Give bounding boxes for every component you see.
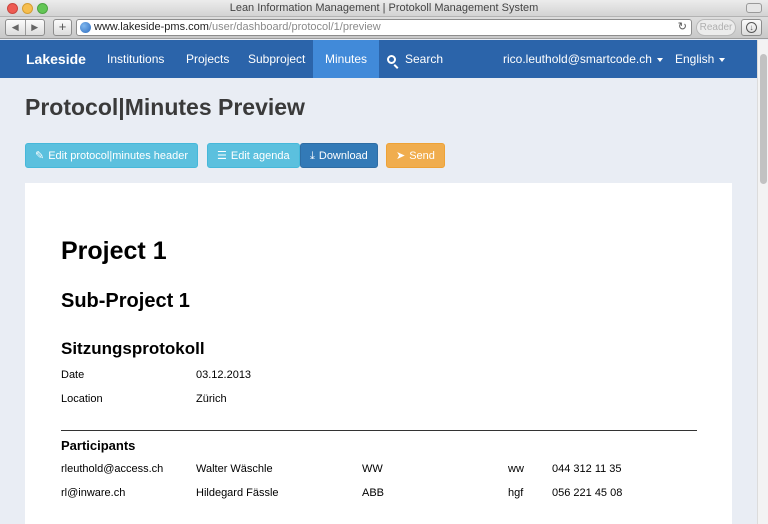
window-title: Lean Information Management | Protokoll … bbox=[229, 2, 539, 14]
edit-header-label: Edit protocol|minutes header bbox=[48, 150, 189, 162]
zoom-window-button[interactable] bbox=[37, 3, 48, 14]
edit-agenda-label: Edit agenda bbox=[230, 150, 290, 162]
window-titlebar: Lean Information Management | Protokoll … bbox=[0, 0, 768, 17]
participant-phone: 044 312 11 35 bbox=[552, 463, 622, 475]
participant-org: WW bbox=[362, 463, 383, 475]
app-navbar: Lakeside Institutions Projects Subprojec… bbox=[0, 40, 757, 78]
download-button[interactable]: ⤓ Download bbox=[300, 143, 378, 168]
download-label: Download bbox=[318, 150, 368, 162]
participant-name: Walter Wäschle bbox=[196, 463, 273, 475]
fullscreen-button[interactable] bbox=[746, 3, 762, 13]
participant-org: ABB bbox=[362, 487, 385, 499]
downloads-button[interactable]: ↓ bbox=[741, 19, 762, 36]
document-preview: Project 1 Sub-Project 1 Sitzungsprotokol… bbox=[25, 183, 732, 524]
url-path: /user/dashboard/protocol/1/preview bbox=[208, 21, 381, 33]
globe-icon bbox=[80, 22, 91, 33]
minimize-window-button[interactable] bbox=[22, 3, 33, 14]
close-window-button[interactable] bbox=[7, 3, 18, 14]
meta-label-location: Location bbox=[61, 393, 103, 405]
search-icon bbox=[387, 55, 396, 64]
participant-email: rleuthold@access.ch bbox=[61, 463, 164, 475]
url-domain: www.lakeside-pms.com bbox=[94, 21, 209, 33]
nav-search-label: Search bbox=[405, 52, 444, 66]
history-buttons: ◀ ▶ bbox=[5, 19, 45, 36]
download-icon: ↓ bbox=[746, 22, 757, 33]
protocol-type: Sitzungsprotokoll bbox=[61, 339, 205, 358]
user-email: rico.leuthold@smartcode.ch bbox=[503, 52, 652, 66]
chevron-down-icon bbox=[719, 57, 726, 62]
participant-phone: 056 221 45 08 bbox=[552, 487, 623, 499]
nav-search[interactable]: Search bbox=[387, 40, 443, 78]
send-button[interactable]: ➤ Send bbox=[386, 143, 445, 168]
user-menu[interactable]: rico.leuthold@smartcode.ch bbox=[503, 40, 663, 78]
divider bbox=[61, 430, 697, 431]
chevron-down-icon bbox=[656, 57, 663, 62]
browser-toolbar: ◀ ▶ + www.lakeside-pms.com/user/dashboar… bbox=[0, 17, 768, 39]
list-icon: ☰ bbox=[217, 150, 227, 162]
scrollbar-thumb[interactable] bbox=[760, 54, 767, 184]
scrollbar[interactable] bbox=[757, 40, 768, 524]
participant-short: ww bbox=[508, 463, 524, 475]
nav-minutes[interactable]: Minutes bbox=[313, 40, 380, 78]
edit-agenda-button[interactable]: ☰ Edit agenda bbox=[207, 143, 300, 168]
participants-heading: Participants bbox=[61, 438, 136, 453]
subproject-title: Sub-Project 1 bbox=[61, 290, 190, 312]
reader-button[interactable]: Reader bbox=[696, 19, 736, 36]
new-tab-button[interactable]: + bbox=[53, 19, 72, 36]
meta-value-date: 03.12.2013 bbox=[196, 369, 252, 381]
nav-subproject[interactable]: Subproject bbox=[248, 40, 305, 78]
page-title: Protocol|Minutes Preview bbox=[25, 94, 305, 120]
back-icon[interactable]: ◀ bbox=[6, 20, 26, 35]
send-label: Send bbox=[409, 150, 435, 162]
participant-email: rl@inware.ch bbox=[61, 487, 126, 499]
nav-projects[interactable]: Projects bbox=[186, 40, 229, 78]
participant-name: Hildegard Fässle bbox=[196, 487, 279, 499]
project-title: Project 1 bbox=[61, 237, 167, 265]
participant-short: hgf bbox=[508, 487, 524, 499]
send-icon: ➤ bbox=[396, 150, 406, 162]
meta-value-location: Zürich bbox=[196, 393, 227, 405]
reload-icon[interactable]: ↻ bbox=[678, 20, 687, 35]
language-menu[interactable]: English bbox=[675, 40, 726, 78]
brand-logo[interactable]: Lakeside bbox=[26, 40, 86, 78]
nav-institutions[interactable]: Institutions bbox=[107, 40, 164, 78]
pencil-icon: ✎ bbox=[35, 150, 45, 162]
meta-label-date: Date bbox=[61, 369, 85, 381]
language-label: English bbox=[675, 52, 715, 66]
download-icon: ⤓ bbox=[310, 150, 315, 162]
forward-icon[interactable]: ▶ bbox=[26, 20, 45, 35]
edit-header-button[interactable]: ✎ Edit protocol|minutes header bbox=[25, 143, 199, 168]
address-bar[interactable]: www.lakeside-pms.com/user/dashboard/prot… bbox=[76, 19, 692, 36]
